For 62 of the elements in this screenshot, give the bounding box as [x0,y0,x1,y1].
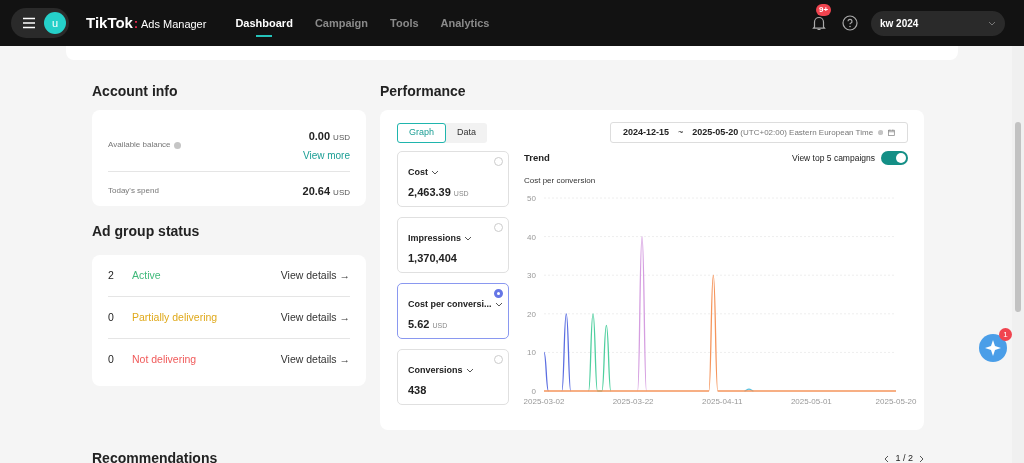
view-more-link[interactable]: View more [302,147,350,163]
metric-label: Impressions [408,232,462,245]
amount: 20.64 [302,183,331,199]
date-separator: ~ [678,125,684,139]
count: 0 [108,309,115,325]
x-tick-label: 2025-03-02 [523,397,565,407]
y-tick-label: 10 [527,348,536,358]
status-label: Partially delivering [132,309,218,325]
amount: 0.00 [308,129,331,144]
trend-title: Trend [524,151,550,165]
view-tab[interactable]: Data [446,122,488,143]
view-tab[interactable]: Graph [397,122,446,143]
x-tick-label: 2025-05-20 [875,397,917,407]
timezone: (UTC+02:00) Eastern European Time [740,126,874,139]
metric-value: 1,370,404 [408,250,457,266]
x-tick-label: 2025-05-01 [790,397,832,407]
y-tick-label: 40 [527,232,536,242]
count: 0 [108,352,115,368]
count: 2 [108,267,115,283]
currency: USD [333,132,350,144]
page-indicator: 1 / 2 [895,451,913,463]
view-details-link[interactable]: View details → [280,309,350,326]
axis-title: Cost per conversion [524,175,597,188]
start-date: 2024-12-15 [623,125,670,139]
section-title: Ad group status [92,222,201,241]
nav-tab[interactable]: Dashboard [235,0,293,46]
notification-badge: 9+ [816,4,832,16]
account-selector[interactable]: kw 2024 [871,10,1005,36]
metric-label: Cost [408,166,428,179]
nav-tab[interactable]: Campaign [314,0,369,46]
y-tick-label: 20 [527,310,536,320]
metric-value: 2,463.39 [408,184,451,200]
metric-card[interactable]: Conversions 438 [397,349,509,405]
metric-value: 5.62 [408,316,430,332]
x-tick-label: 2025-03-22 [612,397,654,407]
metric-card[interactable]: Impressions 1,370,404 [397,217,509,273]
logo-separator: : [133,15,138,33]
field-label: Today's spend [108,184,159,197]
nav-tab[interactable]: Analytics [440,0,490,46]
y-tick-label: 0 [531,387,536,397]
y-tick-label: 50 [527,194,536,204]
section-title: Performance [380,82,467,101]
nav-tab[interactable]: Tools [390,0,419,46]
status-label: Active [132,267,161,283]
end-date: 2025-05-20 [692,125,739,139]
y-tick-label: 30 [527,271,536,281]
x-tick-label: 2025-04-11 [702,397,743,407]
metric-value: 438 [408,382,427,398]
field-label: Available balance [108,139,171,152]
section-title: Recommendations [92,449,218,463]
date-range-field[interactable]: 2024-12-15 ~ 2025-05-20 (UTC+02:00) Eastern European Time [610,122,908,143]
currency: USD [333,186,350,199]
toggle-label: View top 5 campaigns [792,151,875,165]
section-title: Account info [92,82,179,101]
logo: TikTok [86,12,133,33]
view-details-link[interactable]: View details → [280,352,350,368]
metric-label: Conversions [408,364,463,377]
view-details-link[interactable]: View details → [280,267,350,284]
notification-badge: 1 [999,328,1012,341]
status-label: Not delivering [132,352,197,368]
metric-label: Cost per conversi... [408,298,492,311]
product-name: Ads Manager [140,16,207,32]
